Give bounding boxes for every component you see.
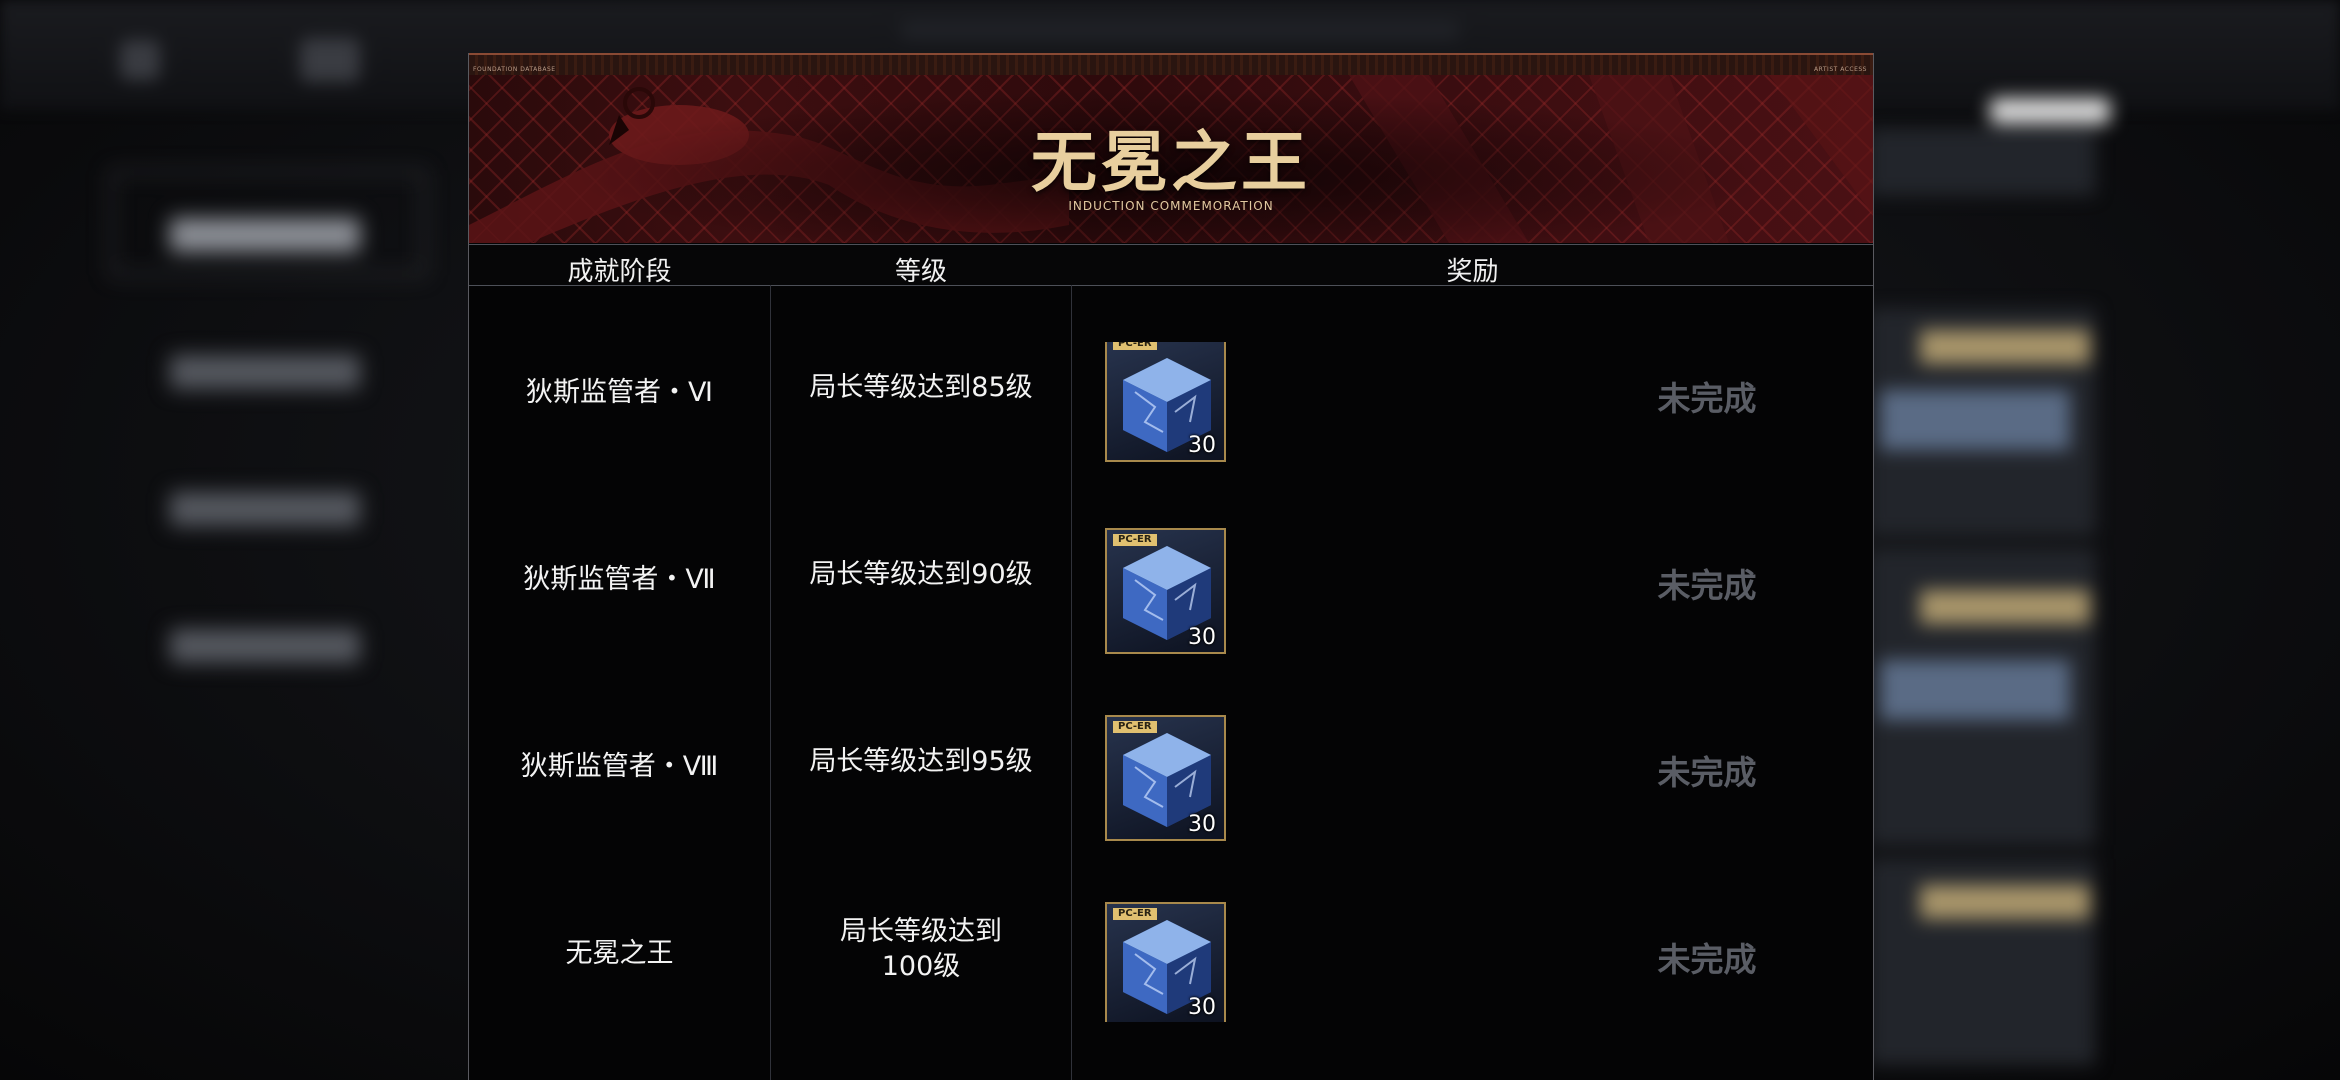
stage-name: 狄斯监管者・Ⅶ: [523, 564, 716, 595]
reward-badge: PC-ER: [1113, 342, 1157, 350]
reward-badge: PC-ER: [1113, 721, 1157, 733]
strip-left-text: FOUNDATION DATABASE: [473, 66, 556, 73]
reward-quantity: 30: [1188, 995, 1216, 1020]
banner-subtitle: INDUCTION COMMEMORATION: [1068, 199, 1274, 213]
reward-quantity: 30: [1188, 812, 1216, 837]
level-requirement: 局长等级达到90级: [809, 559, 1033, 590]
reward-item[interactable]: PC-ER 30: [1105, 528, 1226, 654]
completion-status: 未完成: [1657, 753, 1757, 792]
banner-title: 无冕之王: [1031, 123, 1311, 201]
level-requirement-line: 100级: [881, 951, 961, 982]
reward-item[interactable]: PC-ER 30: [1105, 342, 1226, 462]
achievement-row: 无冕之王 局长等级达到 100级 PC-ER 30 未完成: [469, 846, 1873, 1033]
completion-status: 未完成: [1657, 566, 1757, 605]
achievement-modal: FOUNDATION DATABASE ARTIST ACCESS 无冕之王 I…: [468, 53, 1874, 1080]
reward-quantity: 30: [1188, 625, 1216, 650]
table-header: 成就阶段 等级 奖励: [469, 244, 1873, 287]
level-requirement: 局长等级达到85级: [809, 372, 1033, 403]
level-requirement: 局长等级达到 100级: [771, 914, 1071, 984]
reward-item[interactable]: PC-ER 30: [1105, 715, 1226, 841]
level-requirement-line: 局长等级达到: [840, 916, 1002, 947]
reward-badge: PC-ER: [1113, 534, 1157, 546]
completion-status: 未完成: [1657, 379, 1757, 418]
achievement-banner: 无冕之王 INDUCTION COMMEMORATION: [469, 75, 1873, 243]
level-requirement: 局长等级达到95级: [809, 746, 1033, 777]
achievement-row: 狄斯监管者・Ⅶ 局长等级达到90级 PC-ER 30 未完成: [469, 472, 1873, 659]
achievement-row: 狄斯监管者・Ⅷ 局长等级达到95级 PC-ER 30 未完成: [469, 659, 1873, 846]
achievement-row: 狄斯监管者・Ⅵ 局长等级达到85级 PC-ER 30 未完成: [469, 285, 1873, 472]
stage-name: 狄斯监管者・Ⅵ: [526, 377, 713, 408]
completion-status: 未完成: [1657, 940, 1757, 979]
strip-right-text: ARTIST ACCESS: [1814, 66, 1867, 73]
stage-name: 无冕之王: [565, 938, 674, 969]
background-side-menu: [110, 150, 426, 710]
header-stage: 成就阶段: [567, 257, 672, 287]
header-level: 等级: [894, 257, 947, 287]
reward-badge: PC-ER: [1113, 908, 1157, 920]
reward-quantity: 30: [1188, 433, 1216, 458]
background-right-panels: [1870, 90, 2110, 1064]
reward-item[interactable]: PC-ER 30: [1105, 902, 1226, 1022]
header-reward: 奖励: [1446, 257, 1499, 287]
stage-name: 狄斯监管者・Ⅷ: [520, 751, 719, 782]
